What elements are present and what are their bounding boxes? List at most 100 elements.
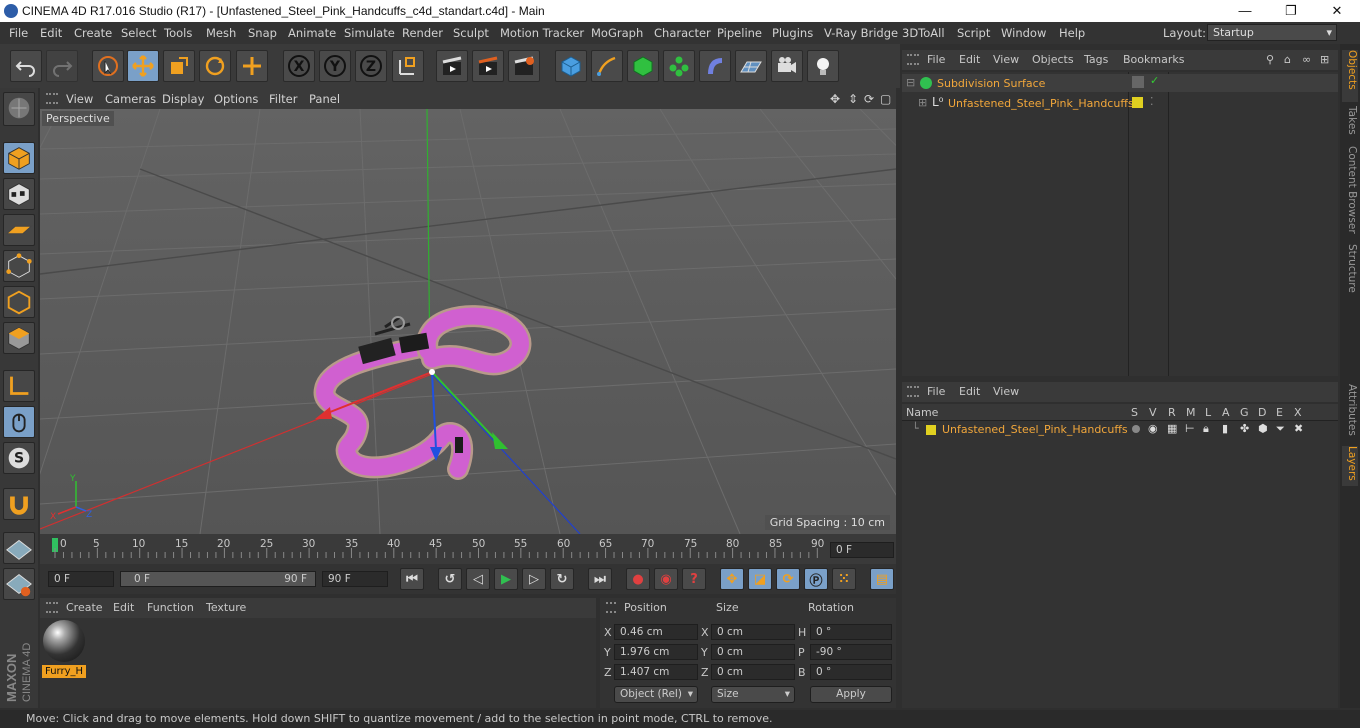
start-frame-field[interactable]: 0 F [48,571,114,587]
manager-tree-icon[interactable]: ⊢ [1185,422,1195,435]
menu-mograph[interactable]: MoGraph [591,26,643,40]
coordinate-system-button[interactable] [392,50,424,82]
play-button[interactable]: ▶ [494,568,518,590]
material-menu-texture[interactable]: Texture [206,601,246,614]
menu-script[interactable]: Script [957,26,990,40]
tweak-mode-button[interactable] [3,406,35,438]
render-to-picture-viewer-button[interactable] [472,50,504,82]
material-menu-function[interactable]: Function [147,601,194,614]
layers-menu-file[interactable]: File [927,385,945,398]
go-to-start-button[interactable]: ⏮ [400,568,424,590]
solo-hierarchy-button[interactable] [3,568,35,600]
column-generators[interactable]: G [1240,406,1249,419]
next-key-button[interactable]: ↻ [550,568,574,590]
camera-button[interactable] [771,50,803,82]
viewport-menu-panel[interactable]: Panel [309,92,340,106]
size-mode-select[interactable]: Size ▾ [711,686,795,703]
position-z-field[interactable]: 1.407 cm [614,664,698,680]
object-row-handcuffs[interactable]: ⊞ L⁰ Unfastened_Steel_Pink_Handcuffs ⁚ [902,94,1338,112]
menu-render[interactable]: Render [402,26,443,40]
edges-mode-button[interactable] [3,286,35,318]
new-view-icon[interactable]: ⊞ [1320,53,1329,66]
cloner-button[interactable] [663,50,695,82]
column-animation[interactable]: A [1222,406,1230,419]
generator-icon[interactable]: ✤ [1240,422,1249,435]
render-clapboard-icon[interactable]: ▦ [1167,422,1177,435]
size-x-field[interactable]: 0 cm [711,624,795,640]
size-z-field[interactable]: 0 cm [711,664,795,680]
workplane-button[interactable] [3,214,35,246]
y-axis-lock-button[interactable]: Y [319,50,351,82]
timeline-ruler[interactable]: 0 5 10 15 20 25 30 35 40 45 50 55 60 65 … [40,534,896,564]
menu-sculpt[interactable]: Sculpt [453,26,489,40]
objects-menu-file[interactable]: File [927,53,945,66]
texture-mode-button[interactable] [3,178,35,210]
solo-button[interactable] [3,532,35,564]
scheme-button[interactable]: ▤ [870,568,894,590]
tab-takes[interactable]: Takes [1342,106,1358,142]
deformer-button[interactable] [699,50,731,82]
menu-animate[interactable]: Animate [288,26,336,40]
viewport-menu-filter[interactable]: Filter [269,92,297,106]
size-y-field[interactable]: 0 cm [711,644,795,660]
eye-icon[interactable]: ◉ [1148,422,1158,435]
z-axis-lock-button[interactable]: Z [355,50,387,82]
viewport-toggle-icon[interactable]: ▢ [880,92,891,106]
autokeying-button[interactable]: ◉ [654,568,678,590]
redo-button[interactable] [46,50,78,82]
material-swatch[interactable]: Furry_H [42,620,86,680]
material-menu-create[interactable]: Create [66,601,103,614]
next-frame-button[interactable]: ▷ [522,568,546,590]
lock-icon[interactable]: 🔒︎ [1203,422,1209,436]
column-manager[interactable]: M [1186,406,1196,419]
layout-select[interactable]: Startup ▾ [1207,24,1337,41]
menu-file[interactable]: File [9,26,28,40]
menu-snap[interactable]: Snap [248,26,277,40]
scale-tool-button[interactable] [163,50,195,82]
key-scale-button[interactable]: ◪ [748,568,772,590]
solo-dot-icon[interactable] [1132,425,1140,433]
objects-menu-view[interactable]: View [993,53,1019,66]
menu-edit[interactable]: Edit [40,26,62,40]
deformer-icon[interactable]: ⬢ [1258,422,1268,435]
home-icon[interactable]: ⌂ [1284,53,1291,66]
checkmark-icon[interactable]: ✓ [1150,74,1159,87]
floor-button[interactable] [735,50,767,82]
object-row-subdivision-surface[interactable]: ⊟ Subdivision Surface ✓ [902,74,1338,92]
live-selection-button[interactable] [92,50,124,82]
snap-button[interactable]: S [3,442,35,474]
visibility-dots-icon[interactable]: ⁚ [1150,95,1154,108]
column-expressions[interactable]: E [1276,406,1283,419]
model-mode-button[interactable] [3,142,35,174]
magnet-button[interactable] [3,488,35,520]
record-active-objects-button[interactable]: ● [626,568,650,590]
tab-attributes[interactable]: Attributes [1342,384,1358,442]
menu-help[interactable]: Help [1059,26,1085,40]
rotate-tool-button[interactable] [199,50,231,82]
menu-tools[interactable]: Tools [164,26,192,40]
expand-toggle-icon[interactable]: ⊞ [918,96,927,109]
layer-row[interactable]: └ Unfastened_Steel_Pink_Handcuffs ◉ ▦ ⊢ … [902,422,1338,438]
column-name[interactable]: Name [906,406,938,419]
column-solo[interactable]: S [1131,406,1138,419]
menu-plugins[interactable]: Plugins [772,26,813,40]
menu-motion-tracker[interactable]: Motion Tracker [500,26,584,40]
collapse-toggle-icon[interactable]: ⊟ [906,76,915,89]
viewport-menu-cameras[interactable]: Cameras [105,92,156,106]
key-rotation-button[interactable]: ⟳ [776,568,800,590]
layers-menu-view[interactable]: View [993,385,1019,398]
menu-select[interactable]: Select [121,26,156,40]
column-xref[interactable]: X [1294,406,1302,419]
cube-primitive-button[interactable] [555,50,587,82]
current-frame-field[interactable]: 0 F [830,542,894,558]
animation-film-icon[interactable]: ▮ [1222,422,1228,435]
objects-menu-edit[interactable]: Edit [959,53,980,66]
move-tool-button[interactable] [127,50,159,82]
tab-content-browser[interactable]: Content Browser [1342,146,1358,238]
layers-menu-edit[interactable]: Edit [959,385,980,398]
key-position-button[interactable]: ✥ [720,568,744,590]
position-y-field[interactable]: 1.976 cm [614,644,698,660]
coordinate-mode-select[interactable]: Object (Rel) ▾ [614,686,698,703]
key-parameter-button[interactable]: Ⓟ [804,568,828,590]
keyframe-selection-button[interactable]: ? [682,568,706,590]
